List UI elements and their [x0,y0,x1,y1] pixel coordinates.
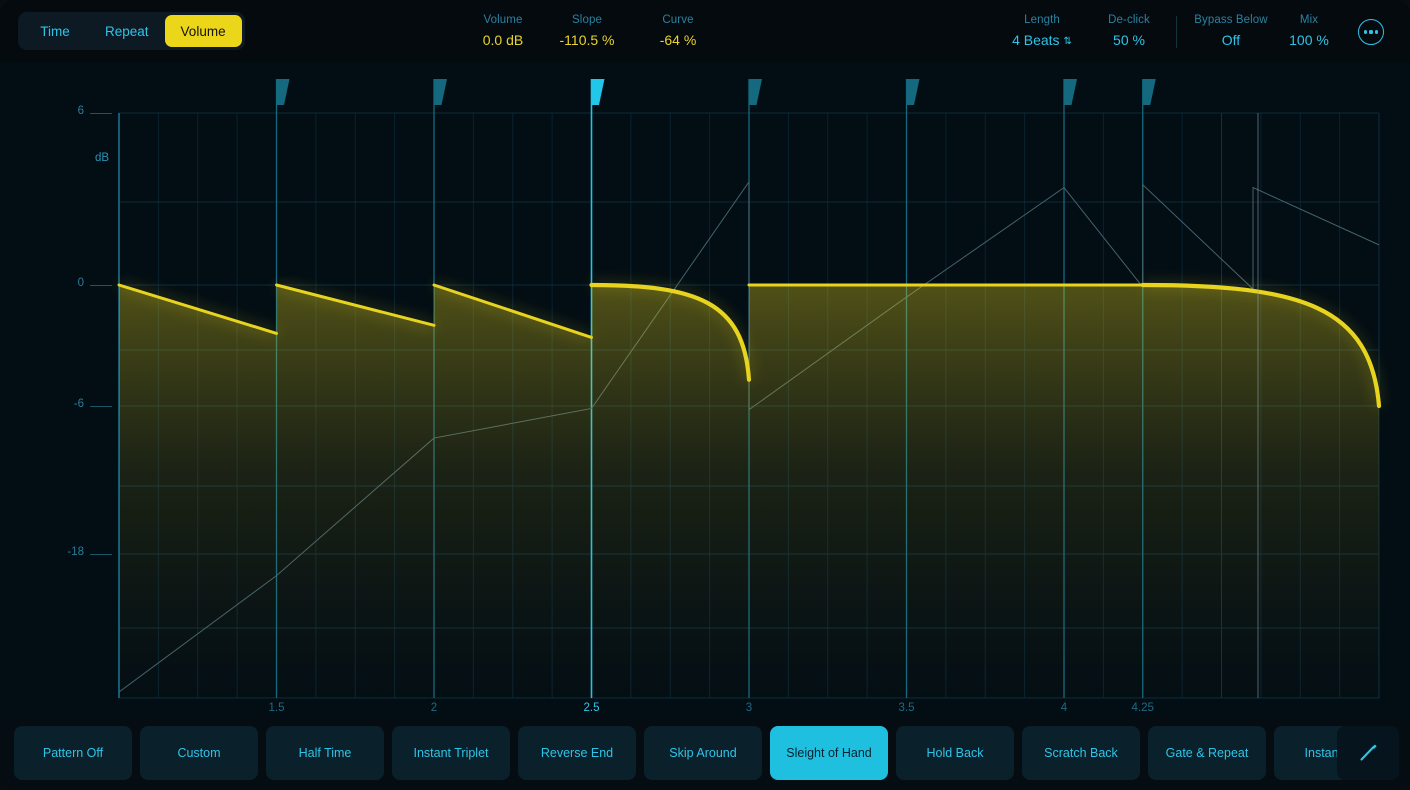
param-value[interactable]: 0.0 dB [455,30,551,50]
edit-pattern-pencil-icon[interactable] [1337,726,1399,780]
param-value-text: -64 % [660,32,697,48]
envelope-fill [119,285,277,698]
x-tick-3: 3 [746,702,752,714]
preset-pattern-off[interactable]: Pattern Off [14,726,132,780]
param-label: Slope [539,13,635,28]
preset-half-time[interactable]: Half Time [266,726,384,780]
y-axis-unit-label: dB [95,152,109,164]
y-tick-mark [90,113,112,114]
envelope-fill [749,285,907,698]
y-tick-0: 0 [44,277,84,289]
y-tick-mark [90,554,112,555]
param-value[interactable]: -110.5 % [539,30,635,50]
envelope-fill [907,285,1065,698]
param-label: De-click [1074,13,1184,28]
param-value-text: 100 % [1289,32,1329,48]
dot-1 [1364,30,1367,33]
x-tick-4: 4 [1061,702,1067,714]
tab-time[interactable]: Time [21,15,89,47]
param-value[interactable]: 50 % [1074,30,1184,50]
param-slope[interactable]: Slope -110.5 % [539,13,635,50]
envelope-fill [592,285,750,698]
stepper-icon[interactable]: ⇅ [1064,36,1072,47]
dot-2 [1369,30,1372,33]
param-value-text: -110.5 % [560,32,615,48]
envelope-plot[interactable] [0,62,1410,717]
y-tick--6: -6 [44,398,84,410]
pencil-glyph [1355,740,1381,766]
param-value[interactable]: 100 % [1254,30,1364,50]
param-mix[interactable]: Mix 100 % [1254,13,1364,50]
x-tick-2.5: 2.5 [584,702,600,714]
volume-envelope-graph[interactable]: dB 6 0 -6 -18 1.5 2 2.5 3 3.5 4 4.25 [0,62,1410,717]
toolbar: TimeRepeatVolume Volume0.0 dBSlope-110.5… [0,0,1410,62]
param-label: Curve [630,13,726,28]
y-tick--18: -18 [44,546,84,558]
preset-button-row: Pattern OffCustomHalf TimeInstant Triple… [14,726,1392,780]
param-value-text: 0.0 dB [483,32,523,48]
param-value-text: Off [1222,32,1240,48]
y-tick-6: 6 [44,105,84,117]
tab-volume[interactable]: Volume [165,15,242,47]
mode-tab-group: TimeRepeatVolume [18,12,245,50]
preset-hold-back[interactable]: Hold Back [896,726,1014,780]
preset-scratch-back[interactable]: Scratch Back [1022,726,1140,780]
tab-repeat[interactable]: Repeat [89,15,165,47]
dot-3 [1375,30,1378,33]
x-tick-4.25: 4.25 [1132,702,1154,714]
x-tick-1.5: 1.5 [269,702,285,714]
preset-bar: Pattern OffCustomHalf TimeInstant Triple… [0,717,1410,790]
param-volume[interactable]: Volume 0.0 dB [455,13,551,50]
preset-gate-repeat[interactable]: Gate & Repeat [1148,726,1266,780]
envelope-fill [1064,285,1143,698]
param-value[interactable]: -64 % [630,30,726,50]
y-tick-mark [90,285,112,286]
preset-reverse-end[interactable]: Reverse End [518,726,636,780]
envelope-fill [1143,285,1379,698]
preset-instant-triplet[interactable]: Instant Triplet [392,726,510,780]
x-tick-3.5: 3.5 [899,702,915,714]
y-tick-mark [90,406,112,407]
param-label: Mix [1254,13,1364,28]
preset-sleight-of-hand[interactable]: Sleight of Hand [770,726,888,780]
param-de-click[interactable]: De-click 50 % [1074,13,1184,50]
param-value-text: 4 Beats [1012,32,1059,48]
param-label: Volume [455,13,551,28]
param-curve[interactable]: Curve -64 % [630,13,726,50]
x-tick-2: 2 [431,702,437,714]
volume-envelope-curve[interactable] [119,285,1379,698]
envelope-fill [434,285,592,698]
beat-breaker-plugin: TimeRepeatVolume Volume0.0 dBSlope-110.5… [0,0,1410,790]
param-value-text: 50 % [1113,32,1145,48]
preset-custom[interactable]: Custom [140,726,258,780]
preset-skip-around[interactable]: Skip Around [644,726,762,780]
envelope-fill [277,285,435,698]
